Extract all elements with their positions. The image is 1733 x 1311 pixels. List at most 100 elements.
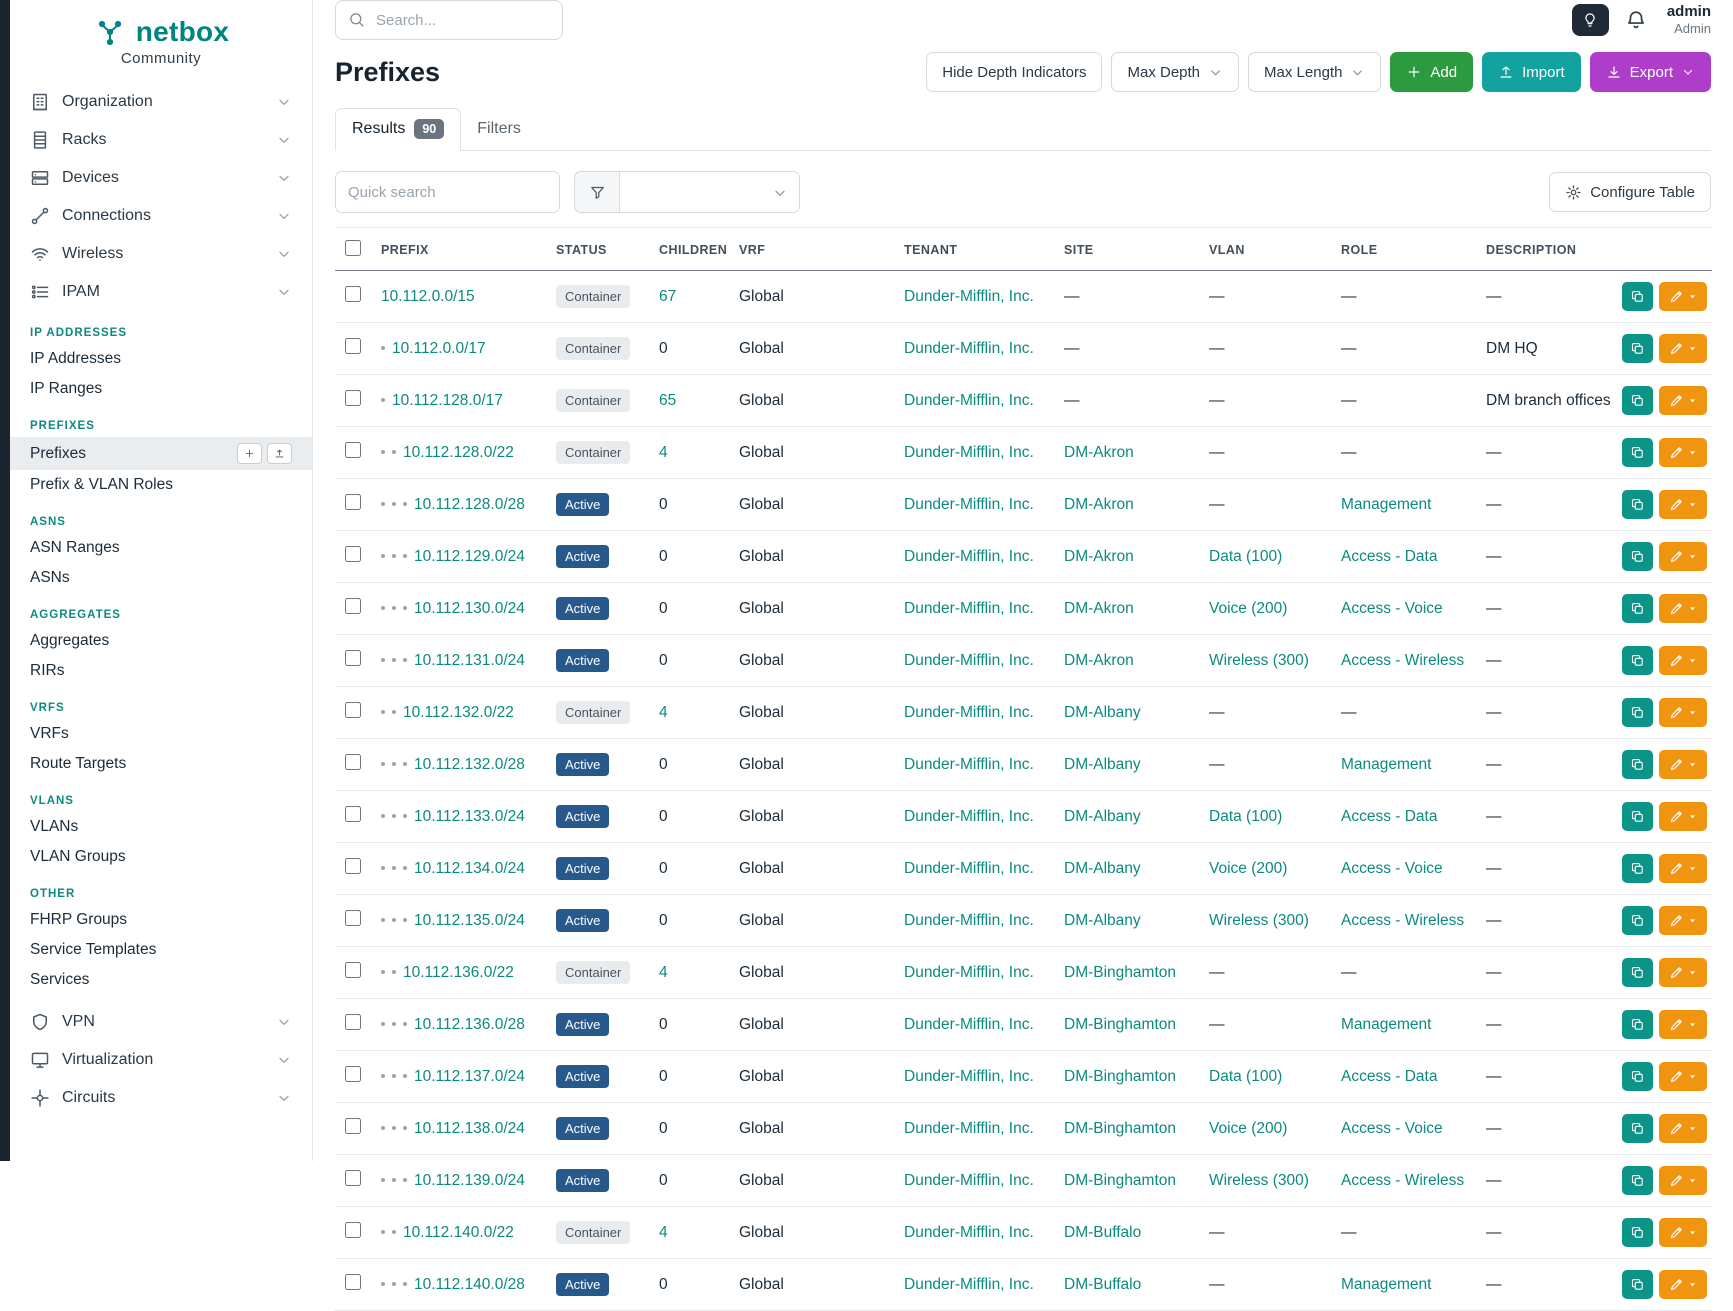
vlan-link[interactable]: Voice (200) xyxy=(1209,600,1287,617)
prefix-link[interactable]: 10.112.132.0/22 xyxy=(403,704,514,721)
clone-button[interactable] xyxy=(1622,386,1653,415)
tenant-link[interactable]: Dunder-Mifflin, Inc. xyxy=(904,444,1034,461)
role-link[interactable]: Access - Voice xyxy=(1341,1120,1443,1137)
clone-button[interactable] xyxy=(1622,594,1653,623)
sidebar-item-service-templates[interactable]: Service Templates xyxy=(10,935,312,965)
clone-button[interactable] xyxy=(1622,1114,1653,1143)
prefix-link[interactable]: 10.112.138.0/24 xyxy=(414,1120,525,1137)
role-link[interactable]: Management xyxy=(1341,496,1431,513)
column-header-vrf[interactable]: VRF xyxy=(729,228,894,271)
tenant-link[interactable]: Dunder-Mifflin, Inc. xyxy=(904,964,1034,981)
role-link[interactable]: Access - Wireless xyxy=(1341,1172,1464,1189)
prefix-link[interactable]: 10.112.130.0/24 xyxy=(414,600,525,617)
row-checkbox[interactable] xyxy=(345,1118,361,1134)
edit-button[interactable] xyxy=(1659,1166,1707,1195)
clone-button[interactable] xyxy=(1622,282,1653,311)
edit-button[interactable] xyxy=(1659,1010,1707,1039)
prefix-link[interactable]: 10.112.128.0/17 xyxy=(392,392,503,409)
children-count-link[interactable]: 4 xyxy=(659,1224,668,1241)
sidebar-item-rirs[interactable]: RIRs xyxy=(10,656,312,686)
role-link[interactable]: Access - Wireless xyxy=(1341,912,1464,929)
prefix-link[interactable]: 10.112.128.0/22 xyxy=(403,444,514,461)
site-link[interactable]: DM-Albany xyxy=(1064,860,1141,877)
notifications-bell-icon[interactable] xyxy=(1625,9,1647,31)
tenant-link[interactable]: Dunder-Mifflin, Inc. xyxy=(904,1016,1034,1033)
clone-button[interactable] xyxy=(1622,854,1653,883)
tenant-link[interactable]: Dunder-Mifflin, Inc. xyxy=(904,704,1034,721)
select-all-checkbox[interactable] xyxy=(345,240,361,256)
prefix-link[interactable]: 10.112.140.0/22 xyxy=(403,1224,514,1241)
tenant-link[interactable]: Dunder-Mifflin, Inc. xyxy=(904,600,1034,617)
prefix-link[interactable]: 10.112.140.0/28 xyxy=(414,1276,525,1293)
prefixes-quick-add-button[interactable] xyxy=(237,443,262,464)
sidebar-item-ipam[interactable]: IPAM xyxy=(10,273,312,311)
column-header-site[interactable]: SITE xyxy=(1054,228,1199,271)
clone-button[interactable] xyxy=(1622,490,1653,519)
edit-button[interactable] xyxy=(1659,1062,1707,1091)
vlan-link[interactable]: Wireless (300) xyxy=(1209,652,1309,669)
role-link[interactable]: Access - Voice xyxy=(1341,600,1443,617)
column-header-tenant[interactable]: TENANT xyxy=(894,228,1054,271)
site-link[interactable]: DM-Binghamton xyxy=(1064,1016,1176,1033)
theme-toggle-button[interactable] xyxy=(1572,4,1609,36)
hide-depth-indicators-button[interactable]: Hide Depth Indicators xyxy=(926,52,1102,92)
column-header-prefix[interactable]: PREFIX xyxy=(371,228,546,271)
max-depth-dropdown[interactable]: Max Depth xyxy=(1111,52,1239,92)
tenant-link[interactable]: Dunder-Mifflin, Inc. xyxy=(904,288,1034,305)
max-length-dropdown[interactable]: Max Length xyxy=(1248,52,1381,92)
sidebar-item-services[interactable]: Services xyxy=(10,965,312,995)
vlan-link[interactable]: Wireless (300) xyxy=(1209,1172,1309,1189)
vlan-link[interactable]: Data (100) xyxy=(1209,1068,1282,1085)
prefix-link[interactable]: 10.112.131.0/24 xyxy=(414,652,525,669)
sidebar-item-devices[interactable]: Devices xyxy=(10,159,312,197)
clone-button[interactable] xyxy=(1622,802,1653,831)
site-link[interactable]: DM-Akron xyxy=(1064,548,1134,565)
site-link[interactable]: DM-Buffalo xyxy=(1064,1224,1141,1241)
role-link[interactable]: Management xyxy=(1341,1016,1431,1033)
prefix-link[interactable]: 10.112.136.0/28 xyxy=(414,1016,525,1033)
sidebar-item-circuits[interactable]: Circuits xyxy=(10,1079,312,1117)
tenant-link[interactable]: Dunder-Mifflin, Inc. xyxy=(904,912,1034,929)
prefix-link[interactable]: 10.112.132.0/28 xyxy=(414,756,525,773)
role-link[interactable]: Management xyxy=(1341,1276,1431,1293)
prefix-link[interactable]: 10.112.0.0/15 xyxy=(381,288,475,305)
sidebar-item-vlans[interactable]: VLANs xyxy=(10,812,312,842)
clone-button[interactable] xyxy=(1622,906,1653,935)
export-button[interactable]: Export xyxy=(1590,52,1711,92)
clone-button[interactable] xyxy=(1622,1270,1653,1299)
edit-button[interactable] xyxy=(1659,386,1707,415)
row-checkbox[interactable] xyxy=(345,1222,361,1238)
tenant-link[interactable]: Dunder-Mifflin, Inc. xyxy=(904,1224,1034,1241)
sidebar-item-ip-addresses[interactable]: IP Addresses xyxy=(10,344,312,374)
role-link[interactable]: Access - Data xyxy=(1341,808,1437,825)
tenant-link[interactable]: Dunder-Mifflin, Inc. xyxy=(904,340,1034,357)
site-link[interactable]: DM-Binghamton xyxy=(1064,1172,1176,1189)
row-checkbox[interactable] xyxy=(345,754,361,770)
prefix-link[interactable]: 10.112.135.0/24 xyxy=(414,912,525,929)
site-link[interactable]: DM-Akron xyxy=(1064,496,1134,513)
clone-button[interactable] xyxy=(1622,1010,1653,1039)
sidebar-item-virtualization[interactable]: Virtualization xyxy=(10,1041,312,1079)
sidebar-item-vlan-groups[interactable]: VLAN Groups xyxy=(10,842,312,872)
sidebar-item-vpn[interactable]: VPN xyxy=(10,1003,312,1041)
tab-filters[interactable]: Filters xyxy=(461,108,537,150)
children-count-link[interactable]: 4 xyxy=(659,964,668,981)
clone-button[interactable] xyxy=(1622,438,1653,467)
children-count-link[interactable]: 4 xyxy=(659,444,668,461)
add-button[interactable]: Add xyxy=(1390,52,1473,92)
role-link[interactable]: Management xyxy=(1341,756,1431,773)
tenant-link[interactable]: Dunder-Mifflin, Inc. xyxy=(904,1172,1034,1189)
vlan-link[interactable]: Wireless (300) xyxy=(1209,912,1309,929)
edit-button[interactable] xyxy=(1659,750,1707,779)
tenant-link[interactable]: Dunder-Mifflin, Inc. xyxy=(904,860,1034,877)
children-count-link[interactable]: 65 xyxy=(659,392,676,409)
vlan-link[interactable]: Voice (200) xyxy=(1209,860,1287,877)
column-header-description[interactable]: DESCRIPTION xyxy=(1476,228,1612,271)
edit-button[interactable] xyxy=(1659,490,1707,519)
prefix-link[interactable]: 10.112.139.0/24 xyxy=(414,1172,525,1189)
sidebar-item-organization[interactable]: Organization xyxy=(10,83,312,121)
clone-button[interactable] xyxy=(1622,958,1653,987)
sidebar-item-fhrp-groups[interactable]: FHRP Groups xyxy=(10,905,312,935)
prefixes-quick-import-button[interactable] xyxy=(267,443,292,464)
sidebar-item-asn-ranges[interactable]: ASN Ranges xyxy=(10,533,312,563)
